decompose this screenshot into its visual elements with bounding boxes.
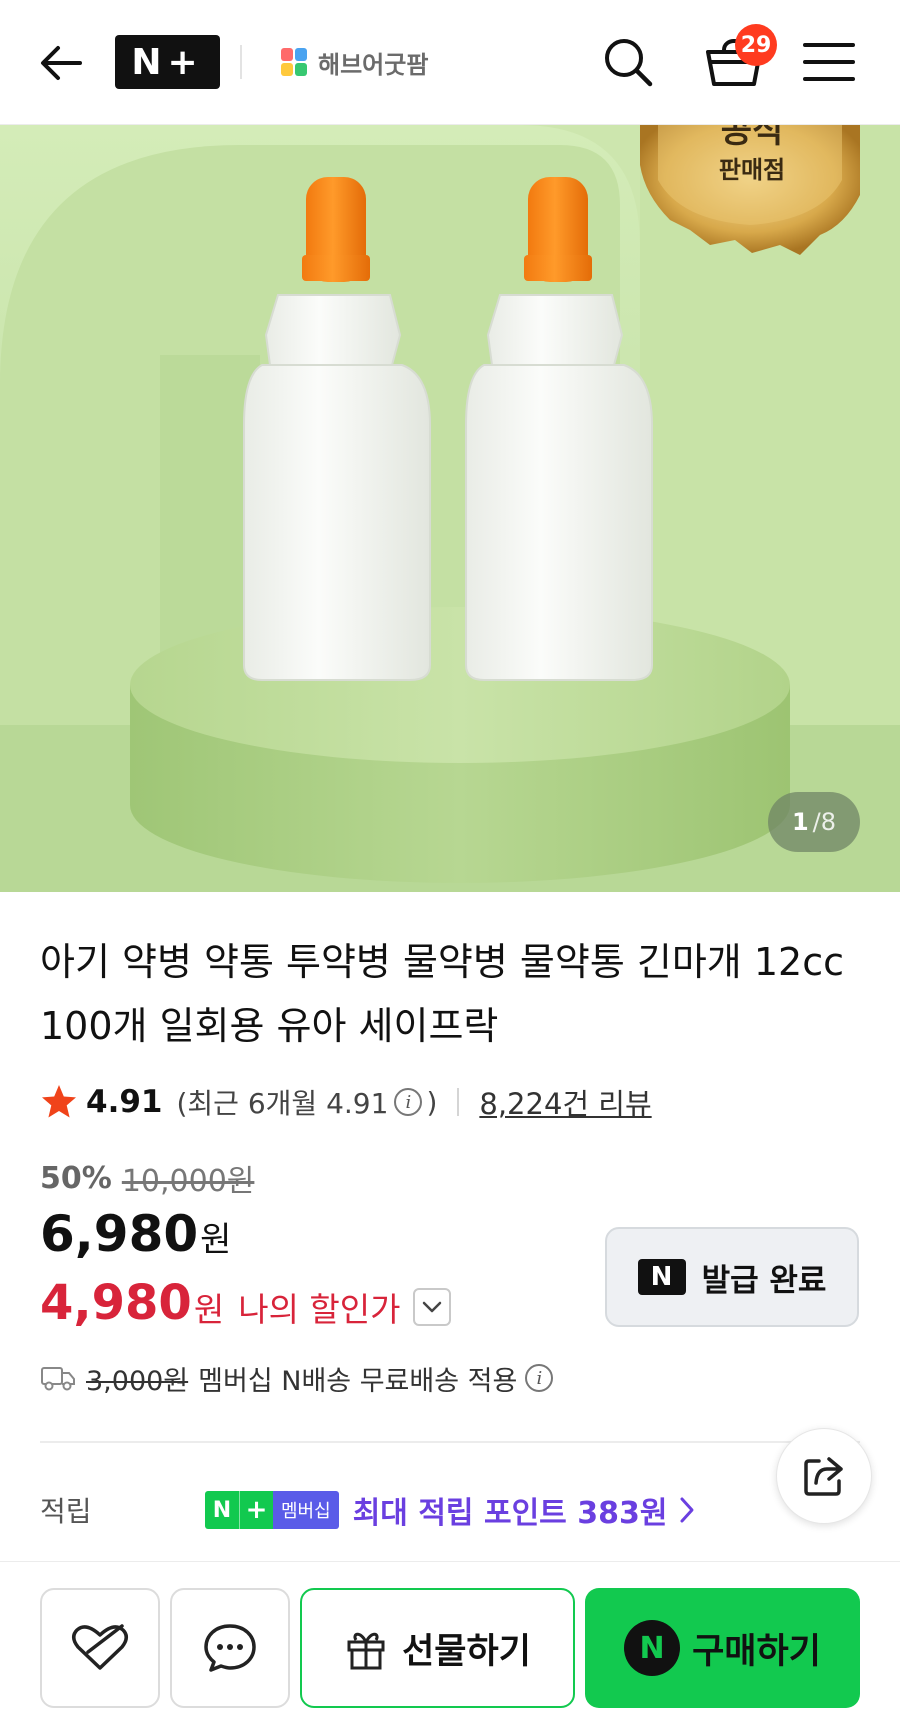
store-name: 해브어굿팜: [318, 50, 429, 79]
search-button[interactable]: [600, 34, 656, 90]
logo-text: N+: [131, 41, 204, 83]
like-button[interactable]: [40, 1588, 160, 1708]
search-icon: [605, 39, 653, 87]
current-page: 1: [791, 808, 809, 836]
membership-badge-text: 멤버십: [273, 1491, 339, 1529]
total-pages: /8: [812, 808, 837, 836]
points-label: 적립: [40, 1495, 92, 1528]
recent-rating-text: (최근 6개월 4.91: [176, 1087, 389, 1120]
chat-bubble-icon: [204, 1624, 256, 1672]
membership-badge-n: N: [205, 1491, 239, 1529]
my-discount-price: 4,980 원 나의 할인가: [40, 1272, 451, 1334]
coupon-label: 발급 완료: [701, 1262, 827, 1299]
recent-rating: (최근 6개월 4.91 i ): [177, 1082, 438, 1122]
review-count-link[interactable]: 8,224건 리뷰: [479, 1081, 651, 1123]
sale-price: 6,980 원: [40, 1205, 231, 1269]
rating-divider: [457, 1088, 460, 1116]
chevron-down-icon: [422, 1301, 441, 1313]
coupon-issued-button[interactable]: N 발급 완료: [605, 1227, 859, 1327]
gift-button[interactable]: 선물하기: [300, 1588, 575, 1708]
image-page-indicator: 1 /8: [768, 792, 860, 852]
original-price: 10,000원: [121, 1164, 255, 1199]
discount-row: 50% 10,000원: [40, 1158, 255, 1200]
my-price-label: 나의 할인가: [238, 1290, 401, 1329]
section-divider: [40, 1441, 860, 1443]
points-row[interactable]: 적립 N + 멤버십 최대 적립 포인트 383원: [40, 1488, 860, 1532]
naver-coupon-icon: N: [637, 1259, 686, 1295]
store-brand[interactable]: 해브어굿팜: [280, 44, 428, 80]
product-title: 아기 약병 약통 투약병 물약병 물약통 긴마개 12cc 100개 일회용 유…: [40, 940, 844, 1048]
shipping-info-icon[interactable]: i: [525, 1364, 554, 1392]
header-divider: [240, 45, 242, 79]
info-icon[interactable]: i: [394, 1088, 423, 1116]
naver-plus-logo[interactable]: N+: [115, 35, 220, 89]
buy-button[interactable]: N 구매하기: [585, 1588, 860, 1708]
top-bar: N+ 해브어굿팜 29: [0, 0, 900, 125]
max-points-text: 최대 적립 포인트 383원: [352, 1496, 668, 1531]
store-logo-icon: [281, 48, 307, 76]
naverpay-icon: N: [624, 1620, 681, 1676]
back-arrow-icon: [41, 46, 82, 80]
heart-check-icon: [72, 1624, 128, 1670]
cart-count-badge: 29: [735, 24, 777, 66]
my-price-expand-button[interactable]: [412, 1288, 451, 1326]
chevron-right-icon: [680, 1497, 694, 1523]
recent-rating-close: ): [426, 1085, 438, 1119]
product-image: [0, 125, 900, 892]
shipping-row: 3,000원 멤버십 N배송 무료배송 적용 i: [40, 1358, 557, 1398]
sale-price-unit: 원: [200, 1220, 232, 1260]
sale-price-value: 6,980: [40, 1205, 199, 1263]
rating-row: 4.91 (최근 6개월 4.91 i ) 8,224건 리뷰: [40, 1080, 652, 1124]
talk-button[interactable]: [170, 1588, 290, 1708]
share-icon: [804, 1457, 843, 1496]
star-icon: [42, 1085, 76, 1118]
membership-badge-plus: +: [239, 1491, 273, 1529]
product-page: N+ 해브어굿팜 29 공식 판매점 1 /8 아기 약병 약통 투약병 물약병…: [0, 0, 900, 1731]
product-image-carousel[interactable]: 공식 판매점: [0, 125, 900, 892]
discount-rate: 50%: [40, 1160, 112, 1196]
menu-button[interactable]: [802, 40, 856, 84]
membership-badge: N + 멤버십: [205, 1491, 339, 1529]
my-price-unit: 원: [193, 1290, 225, 1329]
share-button[interactable]: [776, 1428, 872, 1524]
gift-icon: [347, 1632, 385, 1670]
my-price-value: 4,980: [40, 1275, 192, 1331]
shipping-desc: 멤버십 N배송 무료배송 적용: [198, 1365, 518, 1397]
rating-score: 4.91: [86, 1084, 163, 1120]
badge-text: 판매점: [718, 156, 786, 184]
badge-text-top: 공식: [720, 125, 784, 151]
back-button[interactable]: [36, 38, 86, 88]
bottom-action-bar: 선물하기 N 구매하기: [0, 1561, 900, 1731]
shipping-fee: 3,000원: [86, 1365, 189, 1397]
truck-icon: [41, 1367, 75, 1391]
gift-label: 선물하기: [402, 1631, 531, 1672]
hamburger-menu-icon: [803, 43, 855, 81]
buy-label: 구매하기: [692, 1631, 821, 1672]
